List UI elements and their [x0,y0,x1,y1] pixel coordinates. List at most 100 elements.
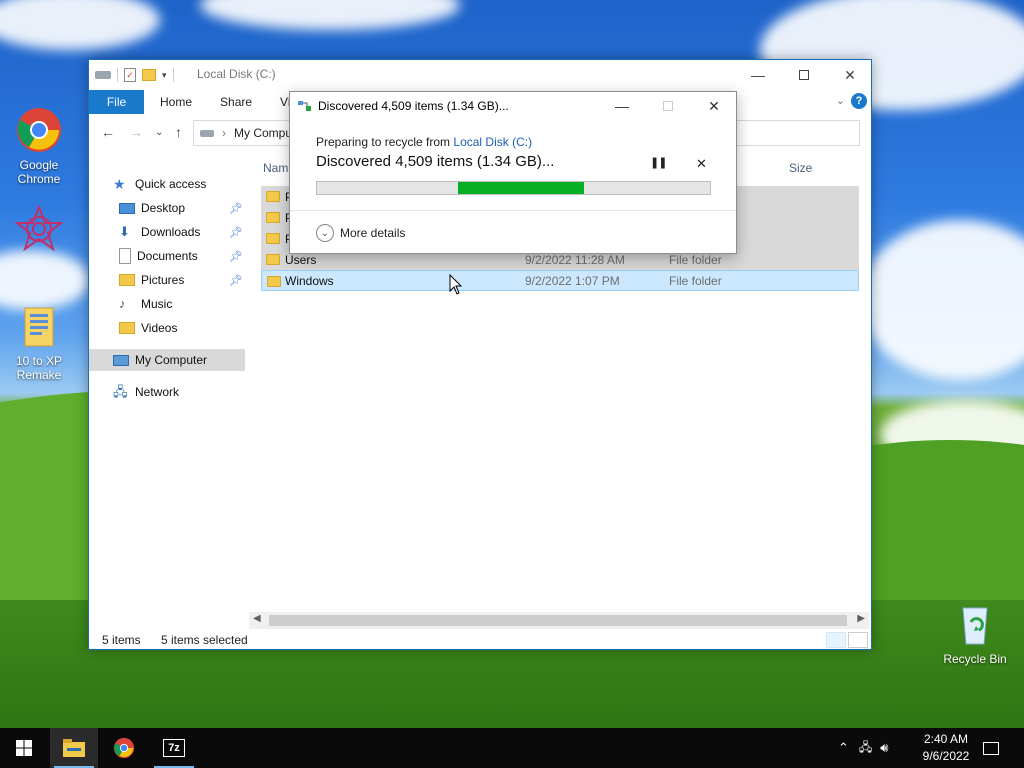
dialog-maximize-button[interactable] [646,92,690,120]
pin-icon[interactable]: 📌︎ [229,202,243,215]
forward-arrow-icon[interactable]: → [129,124,143,140]
nav-documents[interactable]: Documents 📌︎ [89,245,245,267]
minimize-button[interactable]: — [735,60,781,90]
file-name: Windows [285,273,334,288]
chrome-icon [113,737,135,759]
desktop-icon-chrome[interactable]: Google Chrome [1,106,77,186]
nav-pictures[interactable]: Pictures 📌︎ [89,269,245,291]
nav-label: Documents [137,249,198,263]
desktop-icon-label: Google Chrome [17,158,61,186]
network-icon[interactable]: 🖧︎ [859,738,872,759]
scroll-left-icon[interactable]: ◀ [253,613,261,624]
nav-network[interactable]: 🖧︎ Network [89,381,245,403]
folder-icon [266,233,280,244]
tab-home[interactable]: Home [144,95,206,109]
nav-music[interactable]: ♪ Music [89,293,245,315]
selection-count: 5 items selected [161,633,248,647]
nav-videos[interactable]: Videos [89,317,245,339]
desktop-icon-label: Recycle Bin [943,652,1007,666]
nav-desktop[interactable]: Desktop 📌︎ [89,197,245,219]
close-button[interactable]: ✕ [827,60,873,90]
chevron-down-icon: ⌄ [320,227,330,239]
nav-label: Videos [141,321,178,335]
recycle-source: Preparing to recycle from Local Disk (C:… [316,135,532,149]
desktop-icon-10-to-xp[interactable]: 10 to XP Remake [1,302,77,382]
pause-button[interactable]: ❚❚ [650,156,667,169]
cloud [200,0,460,30]
chevron-down-icon[interactable]: ⌄ [836,94,845,107]
recycle-source-link[interactable]: Local Disk (C:) [453,135,532,149]
quick-access-toolbar: ✓ ▾ [95,66,174,84]
large-icons-view-button[interactable] [848,632,868,648]
recycle-progress-dialog[interactable]: Discovered 4,509 items (1.34 GB)... — ✕ … [289,91,737,254]
new-folder-icon[interactable] [142,69,156,81]
drive-icon [95,71,111,79]
pause-icon: ❚❚ [650,157,667,169]
dialog-minimize-button[interactable]: — [600,92,644,120]
scrollbar-thumb[interactable] [269,615,847,626]
back-arrow-icon[interactable]: ← [101,124,115,140]
dialog-close-button[interactable]: ✕ [692,92,736,120]
nav-label: Downloads [141,225,201,239]
start-button[interactable] [0,728,48,768]
7zip-icon: 7z [163,739,185,757]
desktop-icon-app[interactable] [1,204,77,257]
show-hidden-icons-icon[interactable]: ⌃ [838,740,849,756]
details-view-button[interactable] [826,632,846,648]
pin-icon[interactable]: 📌︎ [229,250,243,263]
recycle-bin-icon [951,600,999,648]
qat-dropdown-icon[interactable]: ▾ [162,70,167,81]
horizontal-scrollbar[interactable]: ◀ ▶ [249,612,869,629]
pin-icon[interactable]: 📌︎ [229,274,243,287]
nav-label: Music [141,297,173,311]
maximize-button[interactable] [781,60,827,90]
breadcrumb-separator-icon: › [222,126,226,140]
window-title: Local Disk (C:) [197,67,276,81]
desktop-icon [119,202,135,214]
properties-icon[interactable]: ✓ [124,68,136,82]
action-center-button[interactable] [968,728,1014,768]
status-bar: 5 items 5 items selected [89,630,871,650]
desktop-icon-recycle-bin[interactable]: Recycle Bin [937,600,1013,666]
nav-label: My Computer [135,353,208,367]
dialog-title: Discovered 4,509 items (1.34 GB)... [318,99,509,113]
taskbar-7zip[interactable]: 7z [150,728,198,768]
pin-icon[interactable]: 📌︎ [229,226,243,239]
tab-file[interactable]: File [89,90,144,114]
nav-my-computer[interactable]: My Computer [89,349,245,371]
desktop-icon-label: 10 to XP Remake [15,354,63,382]
drive-icon [200,129,214,137]
cloud [860,220,1024,380]
clock[interactable]: 2:40 AM 9/6/2022 [916,731,976,765]
nav-quick-access[interactable]: ★ Quick access [89,173,245,195]
tab-share[interactable]: Share [206,95,266,109]
more-details-label[interactable]: More details [340,226,405,240]
file-explorer-icon [63,739,85,757]
column-header-size[interactable]: Size [789,155,812,181]
taskbar-chrome[interactable] [100,728,148,768]
progress-bar [316,181,711,195]
nav-downloads[interactable]: ⬇ Downloads 📌︎ [89,221,245,243]
cancel-button[interactable]: ✕ [696,156,707,172]
close-icon: ✕ [844,66,856,83]
system-tray: ⌃ 🖧︎ 🔊︎ [838,728,889,768]
recent-chevron-icon[interactable]: ⌄ [155,127,163,138]
divider [290,210,736,211]
recycle-progress-icon [298,100,312,112]
network-icon: 🖧︎ [113,384,128,399]
minimize-icon: — [615,98,629,114]
title-bar[interactable]: ✓ ▾ Local Disk (C:) — ✕ [89,60,871,90]
expand-details-button[interactable]: ⌄ [316,224,334,242]
folder-icon [266,254,280,265]
help-icon[interactable]: ? [851,93,867,109]
taskbar-file-explorer[interactable] [50,728,98,768]
up-arrow-icon[interactable]: ↑ [175,124,182,140]
volume-icon[interactable]: 🔊︎ [880,740,888,756]
file-type: File folder [669,273,722,288]
table-row[interactable]: Windows 9/2/2022 1:07 PM File folder [261,270,859,291]
file-name: Users [285,252,317,267]
music-icon: ♪ [119,296,126,311]
taskbar: 7z ⌃ 🖧︎ 🔊︎ 2:40 AM 9/6/2022 [0,728,1024,768]
cancel-icon: ✕ [696,156,707,171]
scroll-right-icon[interactable]: ▶ [857,613,865,624]
